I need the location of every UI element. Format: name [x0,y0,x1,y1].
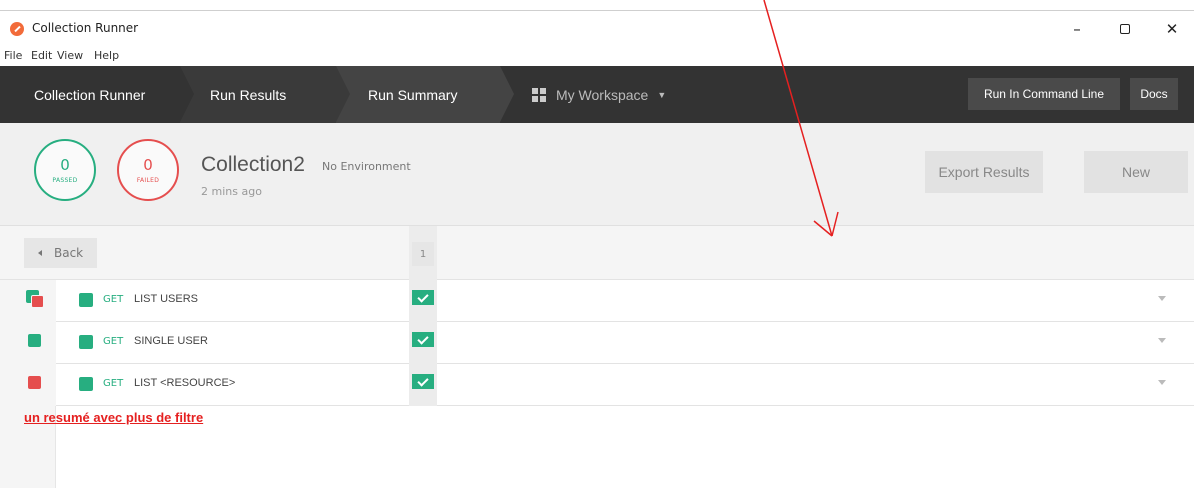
annotation-arrow-icon [763,0,839,237]
arrow-head-right [831,211,839,237]
arrow-shaft [763,0,833,237]
